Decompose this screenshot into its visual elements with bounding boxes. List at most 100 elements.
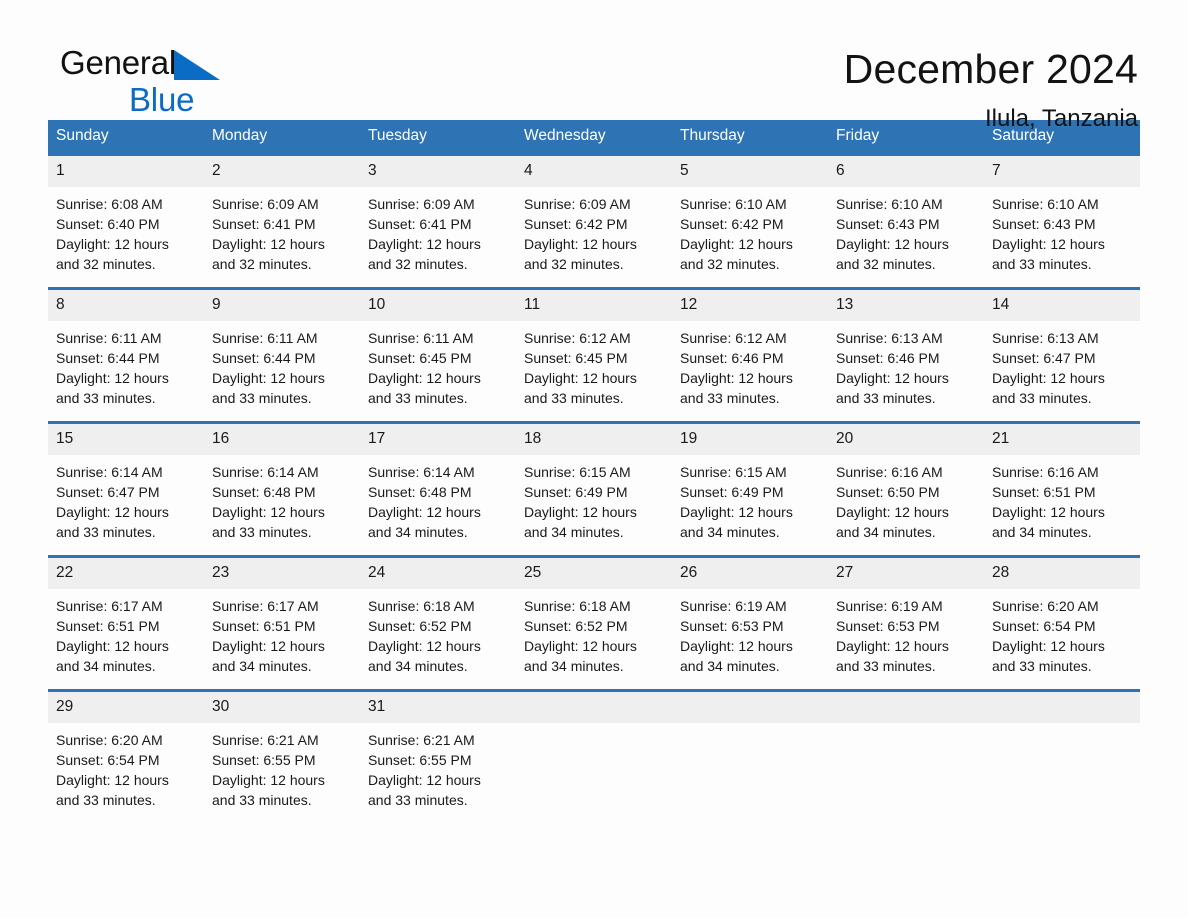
day-details: Sunrise: 6:10 AM Sunset: 6:43 PM Daylight:… bbox=[984, 187, 1140, 274]
day-number: 31 bbox=[360, 692, 516, 723]
calendar-day-cell[interactable]: 29 Sunrise: 6:20 AM Sunset: 6:54 PM Dayligh… bbox=[48, 689, 204, 808]
calendar-day-cell[interactable]: 1 Sunrise: 6:08 AM Sunset: 6:40 PM Daylight… bbox=[48, 153, 204, 272]
brand-logo[interactable]: General Blue bbox=[48, 46, 288, 118]
calendar-table: Sunday Monday Tuesday Wednesday Thursday… bbox=[48, 120, 1140, 808]
day-number: 18 bbox=[516, 424, 672, 455]
calendar-day-cell[interactable]: 23 Sunrise: 6:17 AM Sunset: 6:51 PM Dayligh… bbox=[204, 555, 360, 674]
calendar-day-cell[interactable]: 9 Sunrise: 6:11 AM Sunset: 6:44 PM Daylight… bbox=[204, 287, 360, 406]
calendar-day-cell[interactable]: 7 Sunrise: 6:10 AM Sunset: 6:43 PM Daylight… bbox=[984, 153, 1140, 272]
day-details: Sunrise: 6:08 AM Sunset: 6:40 PM Daylight:… bbox=[48, 187, 204, 274]
calendar-day-cell[interactable]: 4 Sunrise: 6:09 AM Sunset: 6:42 PM Daylight… bbox=[516, 153, 672, 272]
day-details: Sunrise: 6:17 AM Sunset: 6:51 PM Daylight:… bbox=[48, 589, 204, 676]
day-number: 26 bbox=[672, 558, 828, 589]
calendar-day-cell[interactable]: 22 Sunrise: 6:17 AM Sunset: 6:51 PM Dayligh… bbox=[48, 555, 204, 674]
weekday-header-monday: Monday bbox=[204, 120, 360, 153]
calendar-day-cell[interactable]: 31 Sunrise: 6:21 AM Sunset: 6:55 PM Dayligh… bbox=[360, 689, 516, 808]
day-sunset-text: Sunset: 6:54 PM bbox=[992, 618, 1096, 634]
day-sunset-text: Sunset: 6:51 PM bbox=[56, 618, 160, 634]
day-cell-inner: 22 Sunrise: 6:17 AM Sunset: 6:51 PM Dayligh… bbox=[48, 555, 204, 674]
day-sunrise-text: Sunrise: 6:10 AM bbox=[836, 196, 943, 212]
calendar-day-cell[interactable]: 17 Sunrise: 6:14 AM Sunset: 6:48 PM Dayligh… bbox=[360, 421, 516, 540]
day-details: Sunrise: 6:12 AM Sunset: 6:45 PM Daylight:… bbox=[516, 321, 672, 408]
day-details: Sunrise: 6:17 AM Sunset: 6:51 PM Daylight:… bbox=[204, 589, 360, 676]
day-number: 14 bbox=[984, 290, 1140, 321]
day-cell-inner: 23 Sunrise: 6:17 AM Sunset: 6:51 PM Dayligh… bbox=[204, 555, 360, 674]
calendar-day-cell[interactable]: 26 Sunrise: 6:19 AM Sunset: 6:53 PM Dayligh… bbox=[672, 555, 828, 674]
day-cell-inner: 18 Sunrise: 6:15 AM Sunset: 6:49 PM Dayligh… bbox=[516, 421, 672, 540]
day-details: Sunrise: 6:14 AM Sunset: 6:48 PM Daylight:… bbox=[360, 455, 516, 542]
day-sunset-text: Sunset: 6:45 PM bbox=[368, 350, 472, 366]
calendar-day-cell[interactable]: 11 Sunrise: 6:12 AM Sunset: 6:45 PM Dayligh… bbox=[516, 287, 672, 406]
calendar-day-cell[interactable]: 6 Sunrise: 6:10 AM Sunset: 6:43 PM Daylight… bbox=[828, 153, 984, 272]
calendar-day-cell[interactable] bbox=[828, 689, 984, 801]
calendar-day-cell[interactable] bbox=[672, 689, 828, 801]
day-sunset-text: Sunset: 6:51 PM bbox=[992, 484, 1096, 500]
day-daylight-text: Daylight: 12 hours bbox=[368, 772, 481, 788]
day-daylight-text: and 33 minutes. bbox=[368, 792, 468, 808]
day-sunset-text: Sunset: 6:50 PM bbox=[836, 484, 940, 500]
calendar-week-row: 1 Sunrise: 6:08 AM Sunset: 6:40 PM Daylight… bbox=[48, 153, 1140, 272]
day-details: Sunrise: 6:13 AM Sunset: 6:47 PM Daylight:… bbox=[984, 321, 1140, 408]
calendar-day-cell[interactable]: 27 Sunrise: 6:19 AM Sunset: 6:53 PM Dayligh… bbox=[828, 555, 984, 674]
day-daylight-text: Daylight: 12 hours bbox=[836, 236, 949, 252]
day-sunrise-text: Sunrise: 6:11 AM bbox=[56, 330, 162, 346]
day-sunset-text: Sunset: 6:41 PM bbox=[212, 216, 316, 232]
weekday-header-wednesday: Wednesday bbox=[516, 120, 672, 153]
calendar-day-cell[interactable]: 25 Sunrise: 6:18 AM Sunset: 6:52 PM Dayligh… bbox=[516, 555, 672, 674]
day-details: Sunrise: 6:11 AM Sunset: 6:44 PM Daylight:… bbox=[204, 321, 360, 408]
day-sunrise-text: Sunrise: 6:16 AM bbox=[836, 464, 943, 480]
day-sunrise-text: Sunrise: 6:18 AM bbox=[368, 598, 475, 614]
calendar-day-cell[interactable]: 14 Sunrise: 6:13 AM Sunset: 6:47 PM Dayligh… bbox=[984, 287, 1140, 406]
day-sunset-text: Sunset: 6:47 PM bbox=[56, 484, 160, 500]
calendar-day-cell[interactable]: 30 Sunrise: 6:21 AM Sunset: 6:55 PM Dayligh… bbox=[204, 689, 360, 808]
calendar-day-cell[interactable]: 8 Sunrise: 6:11 AM Sunset: 6:44 PM Daylight… bbox=[48, 287, 204, 406]
calendar-day-cell[interactable]: 10 Sunrise: 6:11 AM Sunset: 6:45 PM Dayligh… bbox=[360, 287, 516, 406]
day-number bbox=[984, 692, 1140, 723]
day-details: Sunrise: 6:09 AM Sunset: 6:42 PM Daylight:… bbox=[516, 187, 672, 274]
day-sunrise-text: Sunrise: 6:18 AM bbox=[524, 598, 631, 614]
calendar-day-cell[interactable]: 24 Sunrise: 6:18 AM Sunset: 6:52 PM Dayligh… bbox=[360, 555, 516, 674]
day-cell-inner bbox=[828, 689, 984, 801]
day-sunrise-text: Sunrise: 6:19 AM bbox=[680, 598, 787, 614]
day-cell-inner: 17 Sunrise: 6:14 AM Sunset: 6:48 PM Dayligh… bbox=[360, 421, 516, 540]
day-number: 4 bbox=[516, 156, 672, 187]
calendar-day-cell[interactable]: 28 Sunrise: 6:20 AM Sunset: 6:54 PM Dayligh… bbox=[984, 555, 1140, 674]
day-cell-inner: 16 Sunrise: 6:14 AM Sunset: 6:48 PM Dayligh… bbox=[204, 421, 360, 540]
calendar-day-cell[interactable]: 18 Sunrise: 6:15 AM Sunset: 6:49 PM Dayligh… bbox=[516, 421, 672, 540]
day-details: Sunrise: 6:20 AM Sunset: 6:54 PM Daylight:… bbox=[984, 589, 1140, 676]
calendar-day-cell[interactable]: 16 Sunrise: 6:14 AM Sunset: 6:48 PM Dayligh… bbox=[204, 421, 360, 540]
day-cell-inner: 15 Sunrise: 6:14 AM Sunset: 6:47 PM Dayligh… bbox=[48, 421, 204, 540]
day-details: Sunrise: 6:09 AM Sunset: 6:41 PM Daylight:… bbox=[360, 187, 516, 274]
day-details: Sunrise: 6:21 AM Sunset: 6:55 PM Daylight:… bbox=[204, 723, 360, 810]
calendar-day-cell[interactable]: 3 Sunrise: 6:09 AM Sunset: 6:41 PM Daylight… bbox=[360, 153, 516, 272]
weekday-header-thursday: Thursday bbox=[672, 120, 828, 153]
calendar-day-cell[interactable]: 20 Sunrise: 6:16 AM Sunset: 6:50 PM Dayligh… bbox=[828, 421, 984, 540]
calendar-day-cell[interactable]: 21 Sunrise: 6:16 AM Sunset: 6:51 PM Dayligh… bbox=[984, 421, 1140, 540]
day-sunset-text: Sunset: 6:55 PM bbox=[212, 752, 316, 768]
day-number: 20 bbox=[828, 424, 984, 455]
brand-name-general: General bbox=[60, 44, 177, 81]
day-daylight-text: Daylight: 12 hours bbox=[212, 638, 325, 654]
day-number: 17 bbox=[360, 424, 516, 455]
day-details: Sunrise: 6:09 AM Sunset: 6:41 PM Daylight:… bbox=[204, 187, 360, 274]
day-number: 3 bbox=[360, 156, 516, 187]
page-title: December 2024 bbox=[843, 46, 1138, 92]
calendar-day-cell[interactable]: 19 Sunrise: 6:15 AM Sunset: 6:49 PM Dayligh… bbox=[672, 421, 828, 540]
day-number: 11 bbox=[516, 290, 672, 321]
day-details: Sunrise: 6:12 AM Sunset: 6:46 PM Daylight:… bbox=[672, 321, 828, 408]
day-details: Sunrise: 6:18 AM Sunset: 6:52 PM Daylight:… bbox=[360, 589, 516, 676]
weekday-header-tuesday: Tuesday bbox=[360, 120, 516, 153]
day-sunrise-text: Sunrise: 6:14 AM bbox=[368, 464, 475, 480]
day-cell-inner: 29 Sunrise: 6:20 AM Sunset: 6:54 PM Dayligh… bbox=[48, 689, 204, 808]
day-daylight-text: Daylight: 12 hours bbox=[680, 370, 793, 386]
calendar-day-cell[interactable]: 15 Sunrise: 6:14 AM Sunset: 6:47 PM Dayligh… bbox=[48, 421, 204, 540]
day-cell-inner bbox=[672, 689, 828, 801]
calendar-day-cell[interactable]: 5 Sunrise: 6:10 AM Sunset: 6:42 PM Daylight… bbox=[672, 153, 828, 272]
calendar-day-cell[interactable]: 12 Sunrise: 6:12 AM Sunset: 6:46 PM Dayligh… bbox=[672, 287, 828, 406]
day-daylight-text: Daylight: 12 hours bbox=[212, 772, 325, 788]
calendar-day-cell[interactable]: 13 Sunrise: 6:13 AM Sunset: 6:46 PM Dayligh… bbox=[828, 287, 984, 406]
calendar-day-cell[interactable]: 2 Sunrise: 6:09 AM Sunset: 6:41 PM Daylight… bbox=[204, 153, 360, 272]
calendar-day-cell[interactable] bbox=[516, 689, 672, 801]
day-number: 13 bbox=[828, 290, 984, 321]
calendar-day-cell[interactable] bbox=[984, 689, 1140, 801]
